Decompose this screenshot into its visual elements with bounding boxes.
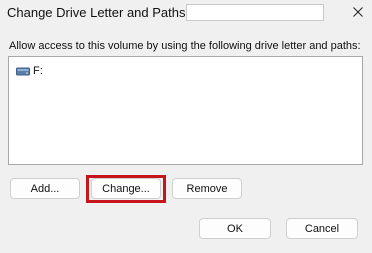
close-button[interactable] — [349, 3, 367, 21]
drive-letter-list[interactable]: F: — [8, 56, 363, 165]
drive-icon — [16, 67, 30, 75]
ok-button[interactable]: OK — [199, 218, 271, 239]
dialog-title: Change Drive Letter and Paths for — [7, 5, 205, 20]
cancel-button[interactable]: Cancel — [286, 218, 358, 239]
instruction-label: Allow access to this volume by using the… — [9, 40, 361, 52]
remove-button[interactable]: Remove — [172, 178, 242, 199]
title-bar: Change Drive Letter and Paths for — [0, 0, 372, 26]
list-item[interactable]: F: — [16, 65, 43, 77]
change-button[interactable]: Change... — [91, 178, 161, 199]
volume-name-field — [186, 4, 324, 21]
close-icon — [353, 7, 363, 17]
change-drive-letter-dialog: Change Drive Letter and Paths for Allow … — [0, 0, 372, 253]
drive-letter-label: F: — [33, 65, 43, 77]
add-button[interactable]: Add... — [10, 178, 80, 199]
